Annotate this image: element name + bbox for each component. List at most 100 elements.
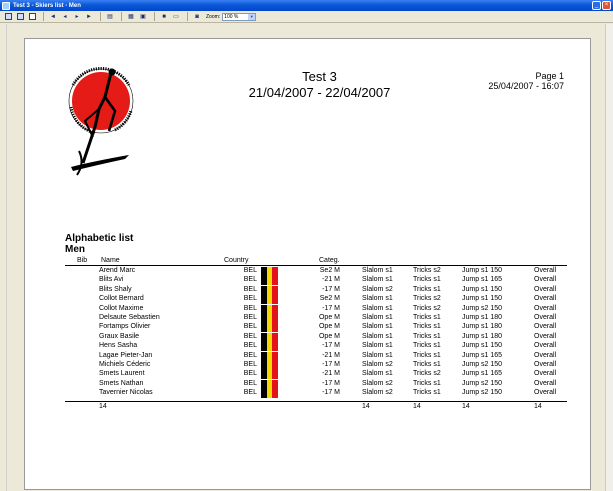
jump-event: Jump s1 150 [462, 267, 503, 274]
category: -21 M [322, 370, 340, 378]
table-row: Collot Bernard BEL Se2 M Slalom s1 Tricks s2… [25, 295, 590, 305]
overall-event: Overall [534, 342, 557, 350]
toolbar-separator [43, 12, 44, 21]
belgium-flag-icon [261, 267, 279, 276]
chevron-down-icon[interactable]: ▼ [248, 13, 256, 20]
column-header-bib: Bib [77, 257, 88, 264]
tricks-event: Tricks s1 [413, 351, 441, 359]
print-icon[interactable]: ▣ [138, 12, 148, 22]
country-code: BEL [243, 361, 257, 368]
last-page-icon[interactable]: ► [84, 12, 94, 22]
skier-name: Smets Laurent [99, 370, 145, 378]
print-date: 25/04/2007 - 16:07 [488, 81, 564, 91]
zoom-icon[interactable]: ◙ [192, 12, 202, 22]
category: Ope M [318, 314, 340, 321]
category: -17 M [322, 389, 340, 397]
overall-event: Overall [534, 389, 557, 397]
single-page-icon[interactable] [3, 12, 13, 22]
jump-event: Jump s1 150 [462, 342, 503, 350]
minimize-icon[interactable]: _ [592, 1, 601, 10]
belgium-flag-icon [261, 342, 279, 352]
total-slalom: 14 [362, 403, 370, 410]
slalom-event: Slalom s2 [362, 389, 393, 397]
page-number: Page 1 [535, 71, 564, 81]
window-controls: _ × [592, 1, 611, 10]
two-pages-icon[interactable] [15, 12, 25, 22]
jump-event: Jump s1 150 [462, 295, 503, 303]
country-code: BEL [243, 370, 257, 378]
thumbnails-icon[interactable] [27, 12, 37, 22]
belgium-flag-icon [261, 332, 279, 342]
tricks-event: Tricks s1 [413, 285, 441, 293]
window-title: Test 3 - Skiers list - Men [13, 2, 81, 9]
total-tricks: 14 [413, 403, 421, 410]
toolbar-separator [154, 12, 155, 21]
overall-event: Overall [534, 276, 557, 284]
viewer-border [6, 24, 7, 491]
overall-event: Overall [534, 295, 557, 303]
zoom-value: 100 % [224, 13, 239, 20]
slalom-event: Slalom s1 [362, 370, 393, 378]
category: -17 M [322, 379, 340, 387]
total-count: 14 [99, 403, 107, 410]
window-title-bar[interactable]: Test 3 - Skiers list - Men _ × [0, 0, 613, 11]
category: Ope M [318, 332, 340, 340]
goto-page-icon[interactable]: ▤ [105, 12, 115, 22]
slalom-event: Slalom s2 [362, 285, 393, 293]
country-code: BEL [243, 314, 257, 321]
overall-event: Overall [534, 304, 557, 312]
skier-name: Michiels Céderic [99, 361, 151, 368]
jump-event: Jump s2 150 [462, 304, 503, 312]
overall-event: Overall [534, 314, 557, 321]
jump-event: Jump s1 165 [462, 351, 503, 359]
tricks-event: Tricks s1 [413, 389, 441, 397]
belgium-flag-icon [261, 304, 279, 314]
zoom-select[interactable]: 100 % ▼ [222, 12, 257, 21]
table-row: Arend Marc BEL Se2 M Slalom s1 Tricks s2 Jump… [25, 267, 590, 276]
vertical-scrollbar[interactable] [605, 24, 613, 491]
tricks-event: Tricks s2 [413, 370, 441, 378]
slalom-event: Slalom s1 [362, 342, 393, 350]
skier-name: Lagae Pieter-Jan [99, 351, 153, 359]
report-viewer[interactable]: Test 3 21/04/2007 - 22/04/2007 Page 1 25… [0, 24, 613, 491]
skier-name: Arend Marc [99, 267, 136, 274]
next-page-icon[interactable]: ▸ [72, 12, 82, 22]
slalom-event: Slalom s2 [362, 379, 393, 387]
overall-event: Overall [534, 370, 557, 378]
table-row: Blits Avi BEL -21 M Slalom s1 Tricks s1 Jump … [25, 276, 590, 286]
country-code: BEL [243, 351, 257, 359]
group-title: Men [65, 244, 85, 255]
belgium-flag-icon [261, 276, 279, 286]
country-code: BEL [243, 332, 257, 340]
close-icon[interactable]: × [602, 1, 611, 10]
table-row: Graux Basile BEL Ope M Slalom s1 Tricks s1 Ju… [25, 332, 590, 342]
print-setup-icon[interactable]: ▦ [126, 12, 136, 22]
table-row: Lagae Pieter-Jan BEL -21 M Slalom s1 Tricks … [25, 351, 590, 361]
skier-name: Graux Basile [99, 332, 140, 340]
table-row: Delsaute Sebastien BEL Ope M Slalom s1 Trick… [25, 314, 590, 323]
country-code: BEL [243, 323, 257, 331]
country-code: BEL [243, 285, 257, 293]
overall-event: Overall [534, 379, 557, 387]
country-code: BEL [243, 342, 257, 350]
belgium-flag-icon [261, 361, 279, 370]
table-row: Michiels Céderic BEL -17 M Slalom s2 Tricks … [25, 361, 590, 370]
tricks-event: Tricks s2 [413, 267, 441, 274]
table-row: Collot Maxime BEL -17 M Slalom s1 Tricks s2 J… [25, 304, 590, 314]
tricks-event: Tricks s1 [413, 332, 441, 340]
toolbar-separator [121, 12, 122, 21]
jump-event: Jump s2 150 [462, 361, 503, 368]
jump-event: Jump s2 150 [462, 389, 503, 397]
table-row: Blits Shaly BEL -17 M Slalom s2 Tricks s1 Jum… [25, 285, 590, 295]
table-row: Tavernier Nicolas BEL -17 M Slalom s2 Tricks… [25, 389, 590, 399]
footer-divider [65, 401, 567, 402]
category: -17 M [322, 285, 340, 293]
skier-name: Collot Maxime [99, 304, 144, 312]
skier-name: Fortamps Olivier [99, 323, 151, 331]
first-page-icon[interactable]: ◄ [48, 12, 58, 22]
header-divider [65, 265, 567, 266]
total-overall: 14 [534, 403, 542, 410]
previous-page-icon[interactable]: ◂ [60, 12, 70, 22]
save-icon[interactable]: ■ [159, 12, 169, 22]
open-icon[interactable]: ▭ [171, 12, 181, 22]
